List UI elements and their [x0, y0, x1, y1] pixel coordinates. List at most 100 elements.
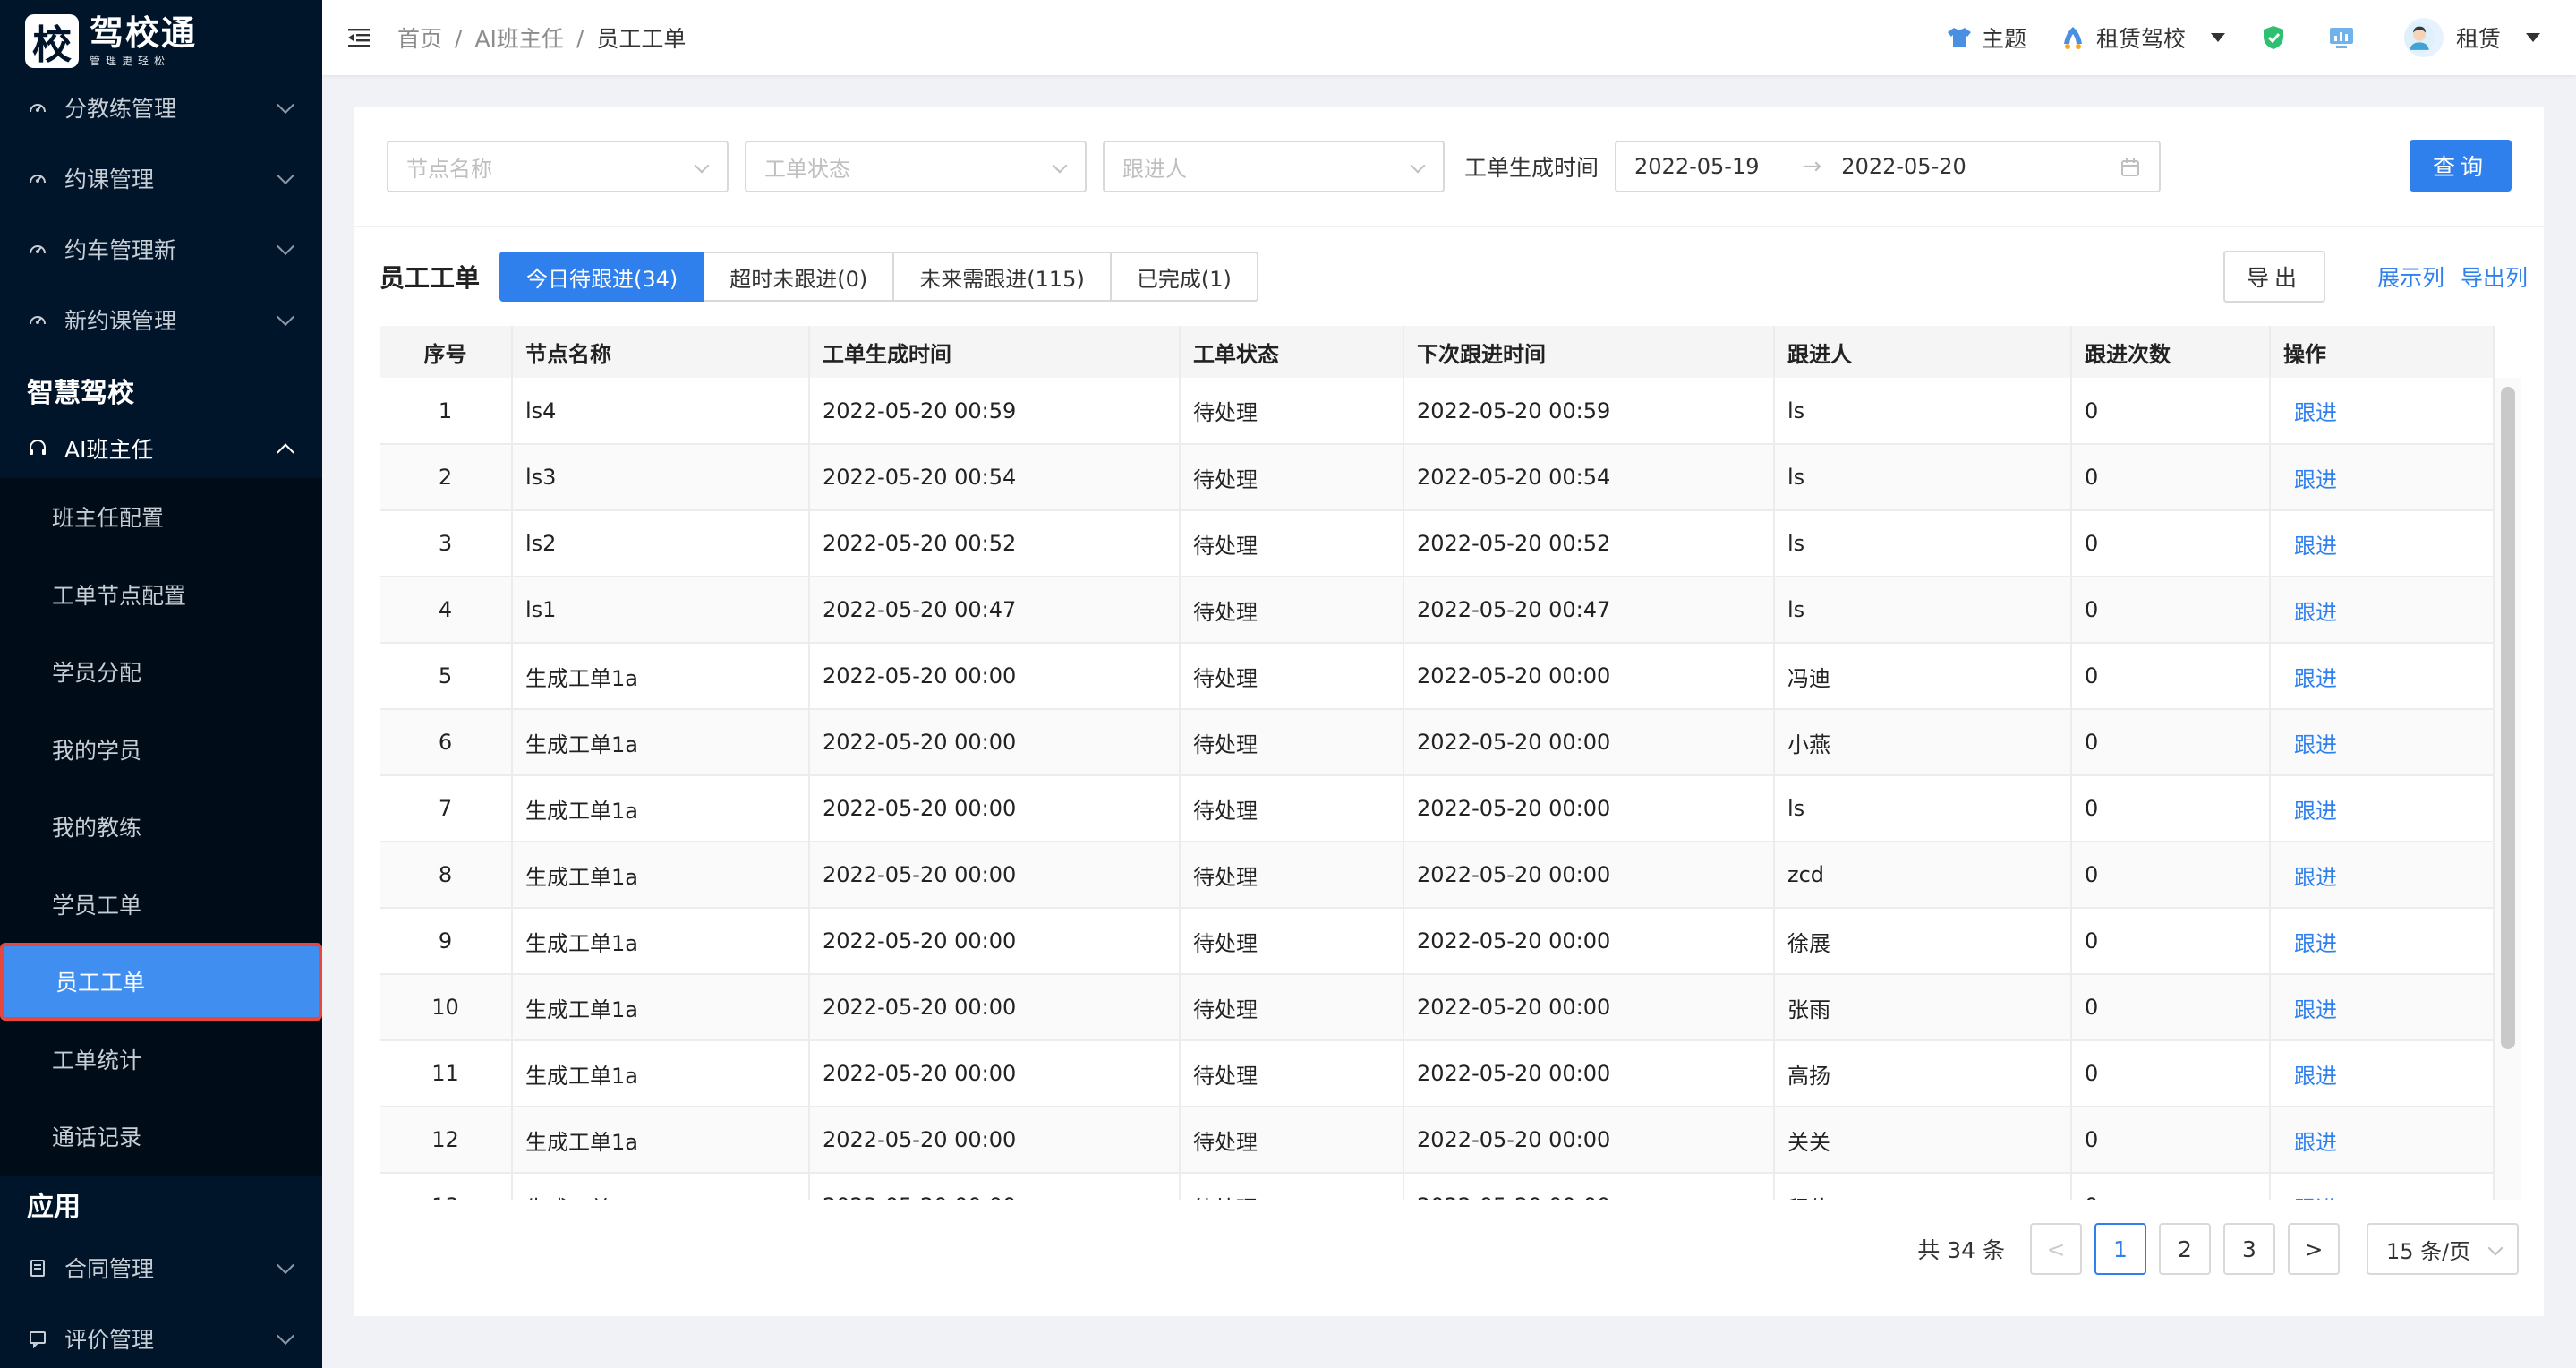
- export-button[interactable]: 导出: [2222, 251, 2325, 303]
- school-switcher[interactable]: 租赁驾校: [2059, 21, 2225, 54]
- status-tab[interactable]: 未来需跟进(115): [894, 252, 1112, 302]
- follow-up-link[interactable]: 跟进: [2270, 842, 2495, 909]
- table-toolbar: 员工工单 今日待跟进(34) 超时未跟进(0) 未来需跟进(115) 已完成(1) 导…: [380, 251, 2528, 303]
- sidebar-item[interactable]: 合同管理: [0, 1233, 322, 1304]
- sidebar-subitem[interactable]: 我的学员: [0, 711, 322, 789]
- theme-button[interactable]: 主题: [1946, 21, 2026, 54]
- table-cell: ls: [1774, 775, 2072, 842]
- follower-select[interactable]: 跟进人: [1103, 141, 1445, 192]
- calendar-icon: [2120, 157, 2141, 184]
- table-cell: 0: [2071, 378, 2271, 445]
- column-header: 下次跟进时间: [1403, 326, 1775, 378]
- table-cell: 待处理: [1180, 1107, 1404, 1174]
- table-cell: 10: [380, 974, 513, 1041]
- status-tab[interactable]: 超时未跟进(0): [704, 252, 895, 302]
- sidebar-item[interactable]: 约车管理新: [0, 213, 322, 284]
- sidebar-subitem[interactable]: 班主任配置: [0, 478, 322, 556]
- sidebar-subitem[interactable]: 我的教练: [0, 788, 322, 866]
- menu-fold-icon[interactable]: [345, 24, 372, 51]
- order-status-select[interactable]: 工单状态: [745, 141, 1087, 192]
- follow-up-link[interactable]: 跟进: [2270, 378, 2495, 445]
- status-tab[interactable]: 已完成(1): [1111, 252, 1258, 302]
- table-cell: 关关: [1774, 1107, 2072, 1174]
- table-cell: 2022-05-20 00:47: [1403, 577, 1775, 644]
- logo-title: 驾校通: [90, 13, 198, 53]
- monitor-chart-icon: [2329, 28, 2353, 48]
- page-button[interactable]: 3: [2223, 1223, 2275, 1275]
- table-cell: ls: [1774, 378, 2072, 445]
- table-cell: zcd: [1774, 842, 2072, 909]
- filter-bar: 节点名称 工单状态 跟进人 工单生成时间 2022-05-19 → 2022-0…: [387, 140, 2512, 193]
- sidebar-item-label: 评价管理: [64, 1327, 155, 1353]
- sidebar-subitem[interactable]: 学员分配: [0, 633, 322, 711]
- sidebar: 校 驾校通 管理更轻松 分教练管理 约课管理 约车管理新 新约课管理 智慧驾校 AI班…: [0, 0, 322, 1368]
- table-cell: 0: [2071, 1173, 2271, 1200]
- caret-down-icon: [2210, 33, 2225, 42]
- sidebar-item-ai-headteacher[interactable]: AI班主任: [0, 419, 322, 478]
- follow-up-link[interactable]: 跟进: [2270, 1040, 2495, 1107]
- table-row: 6 生成工单1a 2022-05-20 00:00 待处理 2022-05-20 00:…: [380, 709, 2495, 776]
- table-cell: 程伟: [1774, 1173, 2072, 1200]
- breadcrumb-home[interactable]: 首页: [397, 21, 442, 54]
- follow-up-link[interactable]: 跟进: [2270, 577, 2495, 644]
- sidebar-item[interactable]: 新约课管理: [0, 284, 322, 355]
- follow-up-link[interactable]: 跟进: [2270, 974, 2495, 1041]
- total-count: 共 34 条: [1917, 1237, 2005, 1263]
- dashboard-button[interactable]: [2327, 24, 2365, 51]
- follow-up-link[interactable]: 跟进: [2270, 1107, 2495, 1174]
- follow-up-link[interactable]: 跟进: [2270, 643, 2495, 710]
- column-header: 工单状态: [1180, 326, 1404, 378]
- end-date-input[interactable]: 2022-05-20: [1841, 154, 1966, 179]
- follow-up-link[interactable]: 跟进: [2270, 775, 2495, 842]
- sidebar-subitem[interactable]: 学员工单: [0, 866, 322, 944]
- start-date-input[interactable]: 2022-05-19: [1634, 154, 1759, 179]
- date-range-picker[interactable]: 2022-05-19 → 2022-05-20: [1615, 141, 2162, 192]
- status-tab[interactable]: 今日待跟进(34): [499, 252, 705, 302]
- table-cell: 生成工单1a: [512, 709, 810, 776]
- follow-up-link[interactable]: 跟进: [2270, 1173, 2495, 1200]
- table-scrollbar[interactable]: [2494, 378, 2521, 1200]
- table-cell: 2022-05-20 00:00: [1403, 1173, 1775, 1200]
- chevron-down-icon: [694, 158, 710, 174]
- query-button[interactable]: 查询: [2410, 140, 2512, 192]
- follow-up-link[interactable]: 跟进: [2270, 709, 2495, 776]
- user-menu[interactable]: 租赁: [2403, 18, 2540, 57]
- table-row: 3 ls2 2022-05-20 00:52 待处理 2022-05-20 00:52 l…: [380, 510, 2495, 577]
- table-cell: 0: [2071, 842, 2271, 909]
- sidebar-subitem[interactable]: 员工工单: [0, 943, 322, 1021]
- table-cell: 13: [380, 1173, 513, 1200]
- sidebar-item[interactable]: 约课管理: [0, 142, 322, 213]
- table-cell: 待处理: [1180, 1040, 1404, 1107]
- scrollbar-thumb[interactable]: [2501, 387, 2515, 1049]
- page-button[interactable]: 2: [2159, 1223, 2211, 1275]
- table-cell: 2: [380, 444, 513, 511]
- table-cell: 2022-05-20 00:54: [1403, 444, 1775, 511]
- follow-up-link[interactable]: 跟进: [2270, 510, 2495, 577]
- group-title-smart-school: 智慧驾校: [27, 378, 134, 409]
- chevron-down-icon: [277, 236, 294, 255]
- table-cell: 冯迪: [1774, 643, 2072, 710]
- arrow-right-icon: →: [1802, 153, 1822, 180]
- shield-button[interactable]: [2261, 24, 2295, 51]
- sidebar-subitem[interactable]: 工单节点配置: [0, 556, 322, 634]
- table-cell: 待处理: [1180, 378, 1404, 445]
- page-button[interactable]: 1: [2094, 1223, 2146, 1275]
- sidebar-subitem[interactable]: 通话记录: [0, 1098, 322, 1176]
- node-name-select[interactable]: 节点名称: [387, 141, 729, 192]
- prev-page-button[interactable]: <: [2030, 1223, 2082, 1275]
- gauge-icon: [27, 309, 48, 330]
- export-columns-link[interactable]: 导出列: [2461, 261, 2528, 293]
- sidebar-item[interactable]: 分教练管理: [0, 72, 322, 142]
- sidebar-item[interactable]: 评价管理: [0, 1304, 322, 1368]
- table-cell: ls2: [512, 510, 810, 577]
- follow-up-link[interactable]: 跟进: [2270, 908, 2495, 975]
- follow-up-link[interactable]: 跟进: [2270, 444, 2495, 511]
- page-size-select[interactable]: 15 条/页: [2367, 1223, 2519, 1275]
- avatar: [2403, 18, 2444, 57]
- next-page-button[interactable]: >: [2288, 1223, 2340, 1275]
- show-columns-link[interactable]: 展示列: [2377, 261, 2444, 293]
- breadcrumb-ai-headteacher[interactable]: AI班主任: [474, 21, 563, 54]
- table-cell: 生成工单1a: [512, 908, 810, 975]
- table-cell: 2022-05-20 00:59: [809, 378, 1181, 445]
- sidebar-subitem[interactable]: 工单统计: [0, 1021, 322, 1099]
